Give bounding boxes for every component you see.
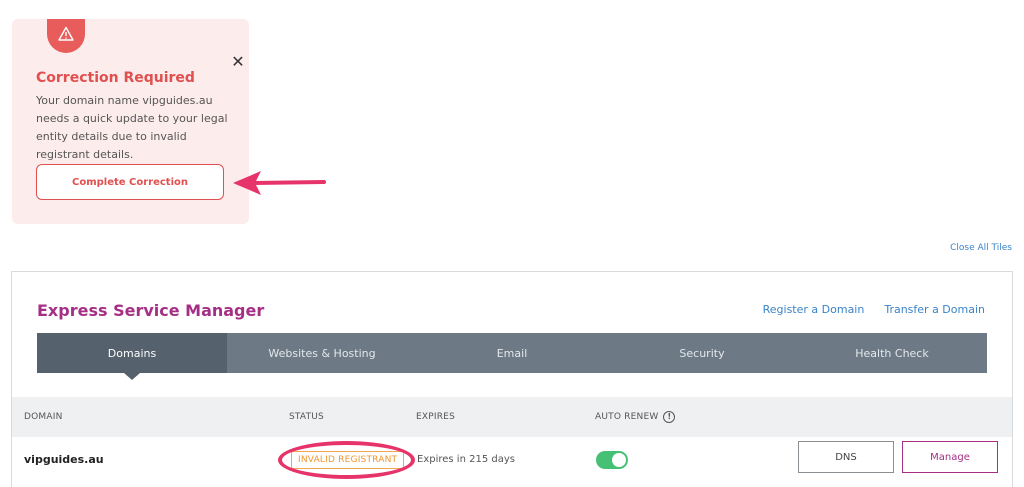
column-header-domain: DOMAIN (24, 412, 63, 422)
tab-domains[interactable]: Domains (37, 333, 227, 380)
status-badge: INVALID REGISTRANT (291, 450, 405, 469)
correction-alert-card: ✕ Correction Required Your domain name v… (12, 19, 249, 224)
tab-health-check[interactable]: Health Check (797, 333, 987, 373)
table-row: vipguides.au INVALID REGISTRANT Expires … (12, 437, 1012, 482)
alert-message: Your domain name vipguides.au needs a qu… (36, 94, 228, 161)
manager-links: Register a Domain Transfer a Domain (763, 303, 985, 316)
column-header-expires: EXPIRES (416, 412, 455, 422)
tab-security[interactable]: Security (607, 333, 797, 373)
tab-email[interactable]: Email (417, 333, 607, 373)
complete-correction-button[interactable]: Complete Correction (36, 164, 224, 200)
manager-title: Express Service Manager (37, 301, 265, 320)
page: ✕ Correction Required Your domain name v… (0, 0, 1024, 487)
table-header: DOMAIN STATUS EXPIRES AUTO RENEW ! (12, 397, 1012, 437)
alert-title: Correction Required (36, 70, 195, 86)
expires-value: Expires in 215 days (417, 454, 515, 465)
tab-websites-hosting[interactable]: Websites & Hosting (227, 333, 417, 373)
domain-name: vipguides.au (24, 453, 104, 466)
service-tabs: Domains Websites & Hosting Email Securit… (37, 333, 987, 380)
close-all-tiles-link[interactable]: Close All Tiles (950, 243, 1012, 253)
column-header-status: STATUS (289, 412, 324, 422)
manage-button[interactable]: Manage (902, 441, 998, 473)
warning-triangle-icon (47, 19, 85, 53)
transfer-domain-link[interactable]: Transfer a Domain (884, 303, 985, 316)
close-icon[interactable]: ✕ (228, 51, 248, 71)
dns-button[interactable]: DNS (798, 441, 894, 473)
auto-renew-toggle[interactable] (596, 450, 628, 469)
register-domain-link[interactable]: Register a Domain (763, 303, 865, 316)
annotation-arrow-icon (233, 171, 326, 195)
info-icon[interactable]: ! (663, 411, 676, 423)
express-service-manager: Express Service Manager Register a Domai… (11, 271, 1013, 487)
column-header-auto-renew: AUTO RENEW ! (595, 397, 676, 437)
auto-renew-label: AUTO RENEW (595, 412, 659, 422)
